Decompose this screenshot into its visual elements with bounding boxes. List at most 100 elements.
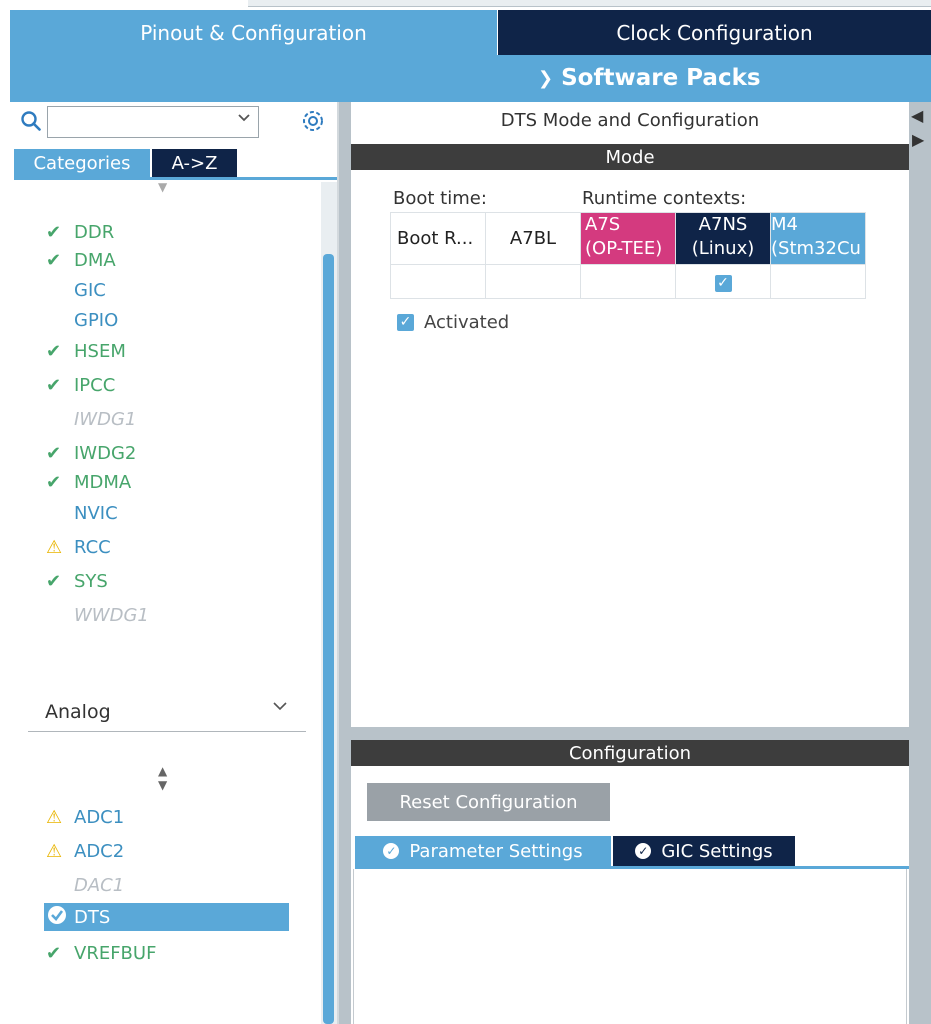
panel-splitter[interactable] <box>337 102 351 1024</box>
context-a7bl-checkbox-cell <box>485 264 581 299</box>
sidebar-item-label: HSEM <box>74 340 126 362</box>
context-boot-rom: Boot R... <box>390 212 486 265</box>
sidebar-item-ddr[interactable]: ✔ DDR <box>46 218 114 246</box>
sidebar-item-ipcc[interactable]: ✔ IPCC <box>46 371 115 399</box>
tab-clock-configuration[interactable]: Clock Configuration <box>498 10 931 55</box>
context-a7ns: A7NS (Linux) <box>675 212 771 265</box>
sidebar-item-mdma[interactable]: ✔ MDMA <box>46 468 131 496</box>
warning-icon: ⚠ <box>46 840 63 862</box>
search-input[interactable] <box>47 106 259 138</box>
software-packs-inner: ❯ Software Packs <box>538 65 761 91</box>
sidebar-item-dma[interactable]: ✔ DMA <box>46 246 116 274</box>
sidebar-item-dac1[interactable]: DAC1 <box>46 871 124 899</box>
reset-configuration-button[interactable]: Reset Configuration <box>367 783 610 821</box>
check-circle-icon <box>44 904 74 931</box>
tab-categories[interactable]: Categories <box>14 149 150 177</box>
sidebar-item-label: ADC1 <box>74 806 125 828</box>
sidebar-item-iwdg1[interactable]: IWDG1 <box>46 405 136 433</box>
software-packs-menu[interactable]: ❯ Software Packs <box>10 55 931 102</box>
tab-parameter-settings-label: Parameter Settings <box>409 840 583 862</box>
context-a7s-checkbox-cell <box>580 264 676 299</box>
runtime-context-table: Boot R... A7BL A7S (OP-TEE) A7NS (Linux) M… <box>390 212 866 299</box>
sidebar-item-label: IWDG1 <box>74 408 137 430</box>
sidebar-item-label: SYS <box>74 570 108 592</box>
context-a7ns-checkbox-cell: ✓ <box>675 264 771 299</box>
context-m4-line2: (Stm32Cu <box>771 238 861 259</box>
gear-icon[interactable] <box>300 108 326 140</box>
chevron-down-icon[interactable] <box>272 698 288 718</box>
configuration-section-header: Configuration <box>351 740 909 766</box>
expand-right-icon[interactable]: ▶ <box>912 130 924 149</box>
sidebar-item-vrefbuf[interactable]: ✔ VREFBUF <box>46 939 156 967</box>
left-sidebar: Categories A->Z ▼ ✔ DDR ✔ DMA GIC GPIO ✔ HSEM ✔ I… <box>10 102 337 1024</box>
right-collapse-strip: ◀ ▶ <box>909 102 931 1024</box>
tab-a-z[interactable]: A->Z <box>152 149 237 177</box>
context-m4-line1: M4 <box>771 214 798 235</box>
sidebar-item-label: DMA <box>74 249 116 271</box>
section-divider[interactable] <box>351 727 909 740</box>
search-icon[interactable] <box>20 110 42 132</box>
a7ns-checkbox[interactable]: ✓ <box>714 275 732 292</box>
chevron-down-icon: ❯ <box>538 67 554 89</box>
context-a7s-line2: (OP-TEE) <box>585 238 663 259</box>
panel-splitter-edge <box>337 102 339 1024</box>
tab-parameter-settings[interactable]: ✓ Parameter Settings <box>355 836 611 866</box>
warning-icon: ⚠ <box>46 536 63 558</box>
sidebar-item-label: GPIO <box>74 309 119 331</box>
scroll-up-icon[interactable]: ▼ <box>158 180 167 194</box>
main-panel: DTS Mode and Configuration Mode Boot tim… <box>351 102 909 1024</box>
software-packs-label: Software Packs <box>561 65 761 91</box>
analog-category-header[interactable]: Analog <box>28 692 306 732</box>
sidebar-item-adc1[interactable]: ⚠ ADC1 <box>46 803 124 831</box>
context-a7bl: A7BL <box>485 212 581 265</box>
boot-time-label: Boot time: <box>393 188 487 209</box>
sidebar-item-label: RCC <box>74 536 111 558</box>
top-strip-gap <box>248 0 931 7</box>
check-icon: ✔ <box>46 374 62 396</box>
sidebar-item-iwdg2[interactable]: ✔ IWDG2 <box>46 439 136 467</box>
sidebar-item-wwdg1[interactable]: WWDG1 <box>46 601 149 629</box>
check-icon: ✔ <box>46 570 62 592</box>
sort-icon[interactable]: ▲ ▼ <box>158 764 167 792</box>
collapse-left-icon[interactable]: ◀ <box>911 106 923 125</box>
sidebar-item-label: WWDG1 <box>74 604 149 626</box>
activated-row: ✓ Activated <box>397 312 509 333</box>
context-a7ns-line2: (Linux) <box>691 238 755 259</box>
chevron-down-icon[interactable] <box>236 109 252 130</box>
sidebar-item-gpio[interactable]: GPIO <box>46 306 118 334</box>
sidebar-item-label: DTS <box>74 906 111 928</box>
activated-label: Activated <box>424 312 510 333</box>
check-icon: ✔ <box>46 471 62 493</box>
check-circle-icon: ✓ <box>635 843 652 859</box>
context-a7ns-line1: A7NS <box>698 214 748 235</box>
sidebar-scrollbar-thumb[interactable] <box>323 254 334 1024</box>
check-icon: ✔ <box>46 249 62 271</box>
context-m4-checkbox-cell <box>770 264 866 299</box>
sidebar-item-rcc[interactable]: ⚠ RCC <box>46 533 111 561</box>
sidebar-item-hsem[interactable]: ✔ HSEM <box>46 337 126 365</box>
activated-checkbox[interactable]: ✓ <box>397 314 414 331</box>
sidebar-item-label: DDR <box>74 221 115 243</box>
tab-gic-settings-label: GIC Settings <box>661 840 773 862</box>
top-strip <box>0 0 931 10</box>
warning-icon: ⚠ <box>46 806 63 828</box>
sidebar-item-nvic[interactable]: NVIC <box>46 499 118 527</box>
sidebar-item-adc2[interactable]: ⚠ ADC2 <box>46 837 124 865</box>
sidebar-item-sys[interactable]: ✔ SYS <box>46 567 108 595</box>
tab-gic-settings[interactable]: ✓ GIC Settings <box>613 836 795 866</box>
mode-section-header: Mode <box>351 144 909 170</box>
sidebar-item-label: IPCC <box>74 374 116 396</box>
sidebar-item-label: GIC <box>74 279 106 301</box>
tab-underline <box>14 177 337 180</box>
analog-category-label: Analog <box>45 700 111 723</box>
sidebar-item-label: VREFBUF <box>74 942 157 964</box>
sidebar-item-gic[interactable]: GIC <box>46 276 106 304</box>
parameter-settings-content <box>353 869 907 1024</box>
check-icon: ✔ <box>46 442 62 464</box>
sidebar-item-label: MDMA <box>74 471 132 493</box>
sidebar-header: Categories A->Z <box>10 102 337 180</box>
sidebar-item-label: IWDG2 <box>74 442 137 464</box>
context-a7s-line1: A7S <box>585 214 621 235</box>
sidebar-item-dts[interactable]: DTS <box>44 903 289 931</box>
tab-pinout-configuration[interactable]: Pinout & Configuration <box>10 10 497 55</box>
